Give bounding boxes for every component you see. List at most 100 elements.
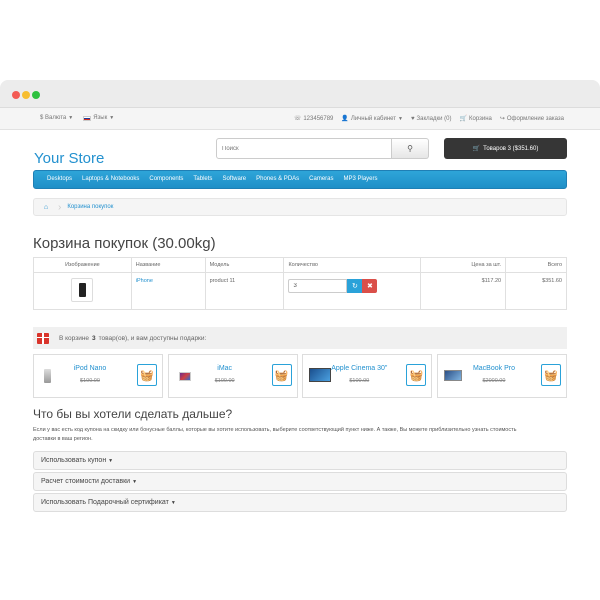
- gift-card: iMac $100.00 🧺: [167, 354, 298, 398]
- cart-button-label: Товаров 3 ($351.60): [483, 145, 539, 152]
- menu-item-software[interactable]: Software: [217, 171, 251, 188]
- total-price: $351.60: [505, 272, 567, 310]
- phone-icon: ☏: [293, 116, 302, 122]
- add-gift-button[interactable]: 🧺: [271, 364, 292, 386]
- refresh-button[interactable]: ↻: [347, 279, 363, 293]
- currency-dropdown[interactable]: $ Валюта ▼: [40, 115, 73, 121]
- voucher-panel[interactable]: Использовать Подарочный сертификат ▼: [33, 493, 567, 512]
- breadcrumb-current[interactable]: Корзина покупок: [67, 204, 113, 210]
- language-dropdown[interactable]: Язык ▼: [83, 115, 114, 121]
- cart-label: Корзина: [468, 115, 492, 122]
- next-steps-title: Что бы вы хотели сделать дальше?: [33, 407, 233, 421]
- language-label: Язык: [93, 115, 108, 121]
- product-image-cell: [33, 272, 132, 310]
- voucher-panel-label: Использовать Подарочный сертификат: [41, 499, 169, 506]
- gift-name[interactable]: iPod Nano: [34, 365, 132, 372]
- shipping-panel-label: Расчет стоимости доставки: [41, 478, 131, 485]
- flag-icon: [83, 115, 92, 121]
- account-label: Личный кабинет: [350, 115, 397, 122]
- browser-titlebar: [0, 80, 600, 108]
- table-row: iPhone product 11 ↻ ✖ $117.20 $351.60: [33, 272, 567, 310]
- gift-price: $100.00: [80, 378, 100, 384]
- basket-icon: 🧺: [274, 369, 289, 382]
- add-gift-button[interactable]: 🧺: [137, 364, 157, 386]
- caret-down-icon: ▼: [108, 458, 114, 464]
- menu-item-phones[interactable]: Phones & PDAs: [251, 171, 304, 188]
- gift-name[interactable]: MacBook Pro: [438, 365, 536, 372]
- menu-item-desktops[interactable]: Desktops: [42, 171, 77, 188]
- cart-table: Изображение Название Модель Количество Ц…: [33, 257, 567, 310]
- cart-button[interactable]: 🛒 Товаров 3 ($351.60): [444, 138, 567, 159]
- gift-prefix: В корзине: [59, 334, 90, 342]
- product-model: product 11: [204, 272, 285, 310]
- column-header: Модель: [204, 257, 285, 273]
- gift-card: MacBook Pro $2000.00 🧺: [436, 354, 567, 398]
- quantity-cell: ↻ ✖: [283, 272, 422, 310]
- account-dropdown[interactable]: 👤 Личный кабинет ▼: [341, 115, 403, 123]
- gift-name[interactable]: iMac: [169, 365, 267, 372]
- caret-down-icon: ▼: [132, 479, 138, 485]
- menu-item-tablets[interactable]: Tablets: [188, 171, 217, 188]
- column-header: Количество: [283, 257, 422, 273]
- top-bar: $ Валюта ▼ Язык ▼ ☏ 123456789 👤 Личный кабин…: [0, 108, 600, 130]
- page-title: Корзина покупок (30.00kg): [33, 235, 216, 252]
- product-name-cell: iPhone: [130, 272, 206, 310]
- column-header: Цена за шт.: [420, 257, 507, 273]
- quantity-input[interactable]: [288, 279, 348, 293]
- caret-down-icon: ▼: [109, 115, 115, 121]
- refresh-icon: ↻: [352, 283, 358, 290]
- phone-label: 123456789: [303, 115, 334, 122]
- home-icon[interactable]: ⌂: [34, 204, 58, 211]
- search-input[interactable]: [216, 138, 392, 159]
- gift-price: $2000.00: [482, 378, 506, 384]
- basket-icon: 🧺: [409, 369, 424, 382]
- maximize-dot[interactable]: [32, 91, 40, 99]
- gift-count: 3: [92, 334, 96, 342]
- heart-icon: ♥: [410, 115, 415, 122]
- wishlist-label: Закладки (0): [416, 115, 452, 122]
- close-icon: ✖: [367, 283, 373, 290]
- table-header-row: Изображение Название Модель Количество Ц…: [33, 257, 567, 273]
- checkout-link[interactable]: ↪ Оформление заказа: [500, 115, 564, 123]
- caret-down-icon: ▼: [170, 500, 176, 506]
- phone-link[interactable]: ☏ 123456789: [293, 115, 334, 123]
- remove-button[interactable]: ✖: [362, 279, 378, 293]
- gift-card: Apple Cinema 30" $100.00 🧺: [302, 354, 433, 398]
- shipping-panel[interactable]: Расчет стоимости доставки ▼: [33, 472, 567, 491]
- breadcrumb: ⌂ › Корзина покупок: [33, 198, 567, 216]
- gift-price: $100.00: [349, 378, 370, 384]
- column-header: Название: [130, 257, 206, 273]
- gift-card: iPod Nano $100.00 🧺: [33, 354, 163, 398]
- column-header: Изображение: [33, 257, 132, 273]
- menu-item-mp3[interactable]: MP3 Players: [339, 171, 383, 188]
- menu-item-cameras[interactable]: Cameras: [304, 171, 338, 188]
- page: $ Валюта ▼ Язык ▼ ☏ 123456789 👤 Личный кабин…: [0, 0, 600, 600]
- store-logo[interactable]: Your Store: [34, 150, 104, 167]
- add-gift-button[interactable]: 🧺: [406, 364, 427, 386]
- menu-item-components[interactable]: Components: [144, 171, 188, 188]
- menu-item-laptops[interactable]: Laptops & Notebooks: [77, 171, 144, 188]
- search-icon: ⚲: [407, 144, 413, 153]
- caret-down-icon: ▼: [68, 115, 74, 121]
- wishlist-link[interactable]: ♥ Закладки (0): [411, 115, 452, 122]
- minimize-dot[interactable]: [22, 91, 30, 99]
- caret-down-icon: ▼: [398, 115, 403, 122]
- gift-suffix: товар(ов), и вам доступны подарки:: [98, 334, 207, 342]
- main-menu: Desktops Laptops & Notebooks Components …: [33, 170, 567, 189]
- product-name-link[interactable]: iPhone: [136, 278, 153, 284]
- gift-icon: [37, 332, 49, 344]
- search-button[interactable]: ⚲: [392, 138, 429, 159]
- product-thumbnail[interactable]: [71, 278, 94, 302]
- next-steps-description: Если у вас есть код купона на скидку или…: [33, 427, 517, 442]
- search-group: ⚲: [216, 138, 429, 159]
- currency-label: $ Валюта: [40, 115, 67, 121]
- cart-link[interactable]: 🛒 Корзина: [460, 115, 492, 123]
- coupon-panel-label: Использовать купон: [41, 457, 107, 464]
- gift-name[interactable]: Apple Cinema 30": [303, 365, 401, 372]
- checkout-label: Оформление заказа: [506, 115, 564, 122]
- gift-list: iPod Nano $100.00 🧺 iMac $100.00 🧺 Apple…: [33, 354, 567, 398]
- coupon-panel[interactable]: Использовать купон ▼: [33, 451, 567, 470]
- close-dot[interactable]: [12, 91, 20, 99]
- add-gift-button[interactable]: 🧺: [540, 364, 561, 386]
- basket-icon: 🧺: [544, 369, 558, 382]
